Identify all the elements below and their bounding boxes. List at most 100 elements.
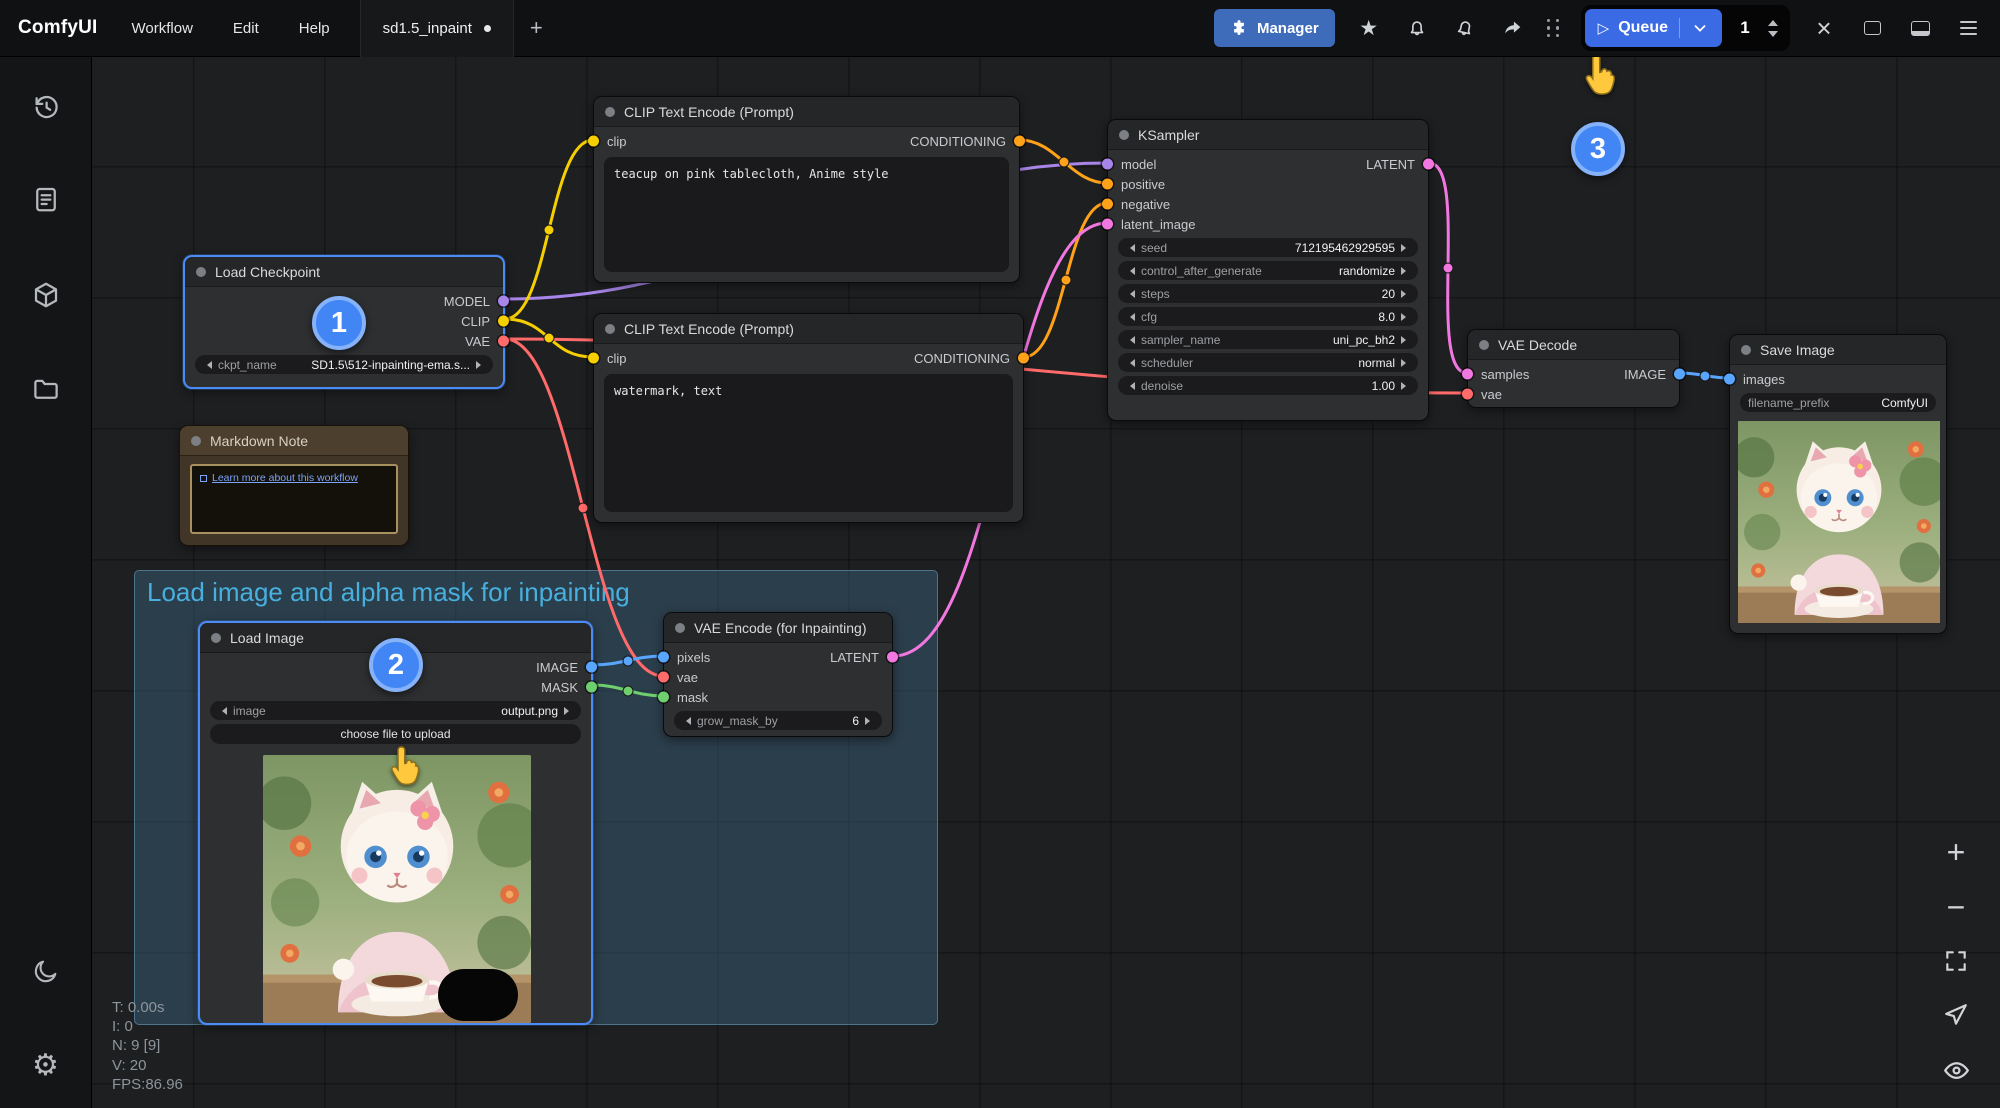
increment-arrow-icon[interactable]: [1401, 290, 1410, 298]
node-title-bar[interactable]: KSampler: [1108, 120, 1428, 150]
collapse-dot-icon[interactable]: [196, 267, 206, 277]
increment-arrow-icon[interactable]: [1401, 267, 1410, 275]
increment-arrow-icon[interactable]: [1401, 336, 1410, 344]
select-mode-button[interactable]: [1934, 993, 1978, 1037]
node-clip-text-encode-negative[interactable]: CLIP Text Encode (Prompt) clip CONDITION…: [593, 313, 1024, 523]
model-port-icon[interactable]: [498, 296, 509, 307]
notification-bell-2-button[interactable]: [1451, 14, 1479, 42]
decrement-arrow-icon[interactable]: [1126, 244, 1135, 252]
negative-port-icon[interactable]: [1102, 199, 1113, 210]
node-vae-decode[interactable]: VAE Decode IMAGE samples vae: [1467, 329, 1680, 408]
bottom-panel-button[interactable]: [1906, 14, 1934, 42]
menu-edit[interactable]: Edit: [233, 20, 259, 37]
conditioning-port-icon[interactable]: [1018, 353, 1029, 364]
grow-mask-by-widget[interactable]: grow_mask_by 6: [674, 711, 882, 730]
sidebar-queue-history-button[interactable]: [22, 85, 70, 129]
collapse-dot-icon[interactable]: [1479, 340, 1489, 350]
node-save-image[interactable]: Save Image images filename_prefix ComfyU…: [1729, 334, 1947, 634]
collapse-dot-icon[interactable]: [1119, 130, 1129, 140]
scheduler-widget[interactable]: scheduler normal: [1118, 353, 1418, 372]
prompt-textarea[interactable]: teacup on pink tablecloth, Anime style: [604, 157, 1009, 272]
collapse-dot-icon[interactable]: [191, 436, 201, 446]
zoom-out-button[interactable]: −: [1934, 885, 1978, 929]
increment-arrow-icon[interactable]: [865, 717, 874, 725]
maximize-button[interactable]: [1858, 14, 1886, 42]
theme-toggle-button[interactable]: [22, 949, 70, 993]
increment-arrow-icon[interactable]: [564, 707, 573, 715]
ckpt-name-widget[interactable]: ckpt_name SD1.5\512-inpainting-ema.s...: [195, 355, 493, 374]
decrement-arrow-icon[interactable]: [1126, 359, 1135, 367]
collapse-dot-icon[interactable]: [675, 623, 685, 633]
manager-button[interactable]: Manager: [1214, 9, 1335, 47]
denoise-widget[interactable]: denoise 1.00: [1118, 376, 1418, 395]
node-title-bar[interactable]: VAE Encode (for Inpainting): [664, 613, 892, 643]
menu-button[interactable]: [1954, 14, 1982, 42]
filename-prefix-widget[interactable]: filename_prefix ComfyUI: [1740, 393, 1936, 412]
menu-workflow[interactable]: Workflow: [132, 20, 193, 37]
mask-port-icon[interactable]: [658, 692, 669, 703]
star-button[interactable]: ★: [1355, 14, 1383, 42]
vae-port-icon[interactable]: [498, 336, 509, 347]
collapse-dot-icon[interactable]: [605, 107, 615, 117]
collapse-dot-icon[interactable]: [605, 324, 615, 334]
clip-input-port-icon[interactable]: [588, 136, 599, 147]
prompt-textarea[interactable]: watermark, text: [604, 374, 1013, 512]
sidebar-node-library-button[interactable]: [22, 177, 70, 221]
positive-port-icon[interactable]: [1102, 179, 1113, 190]
drag-handle-icon[interactable]: [1547, 19, 1561, 38]
latent-image-port-icon[interactable]: [1102, 219, 1113, 230]
notification-bell-button[interactable]: [1403, 14, 1431, 42]
workflow-docs-link[interactable]: Learn more about this workflow: [200, 472, 388, 484]
node-title-bar[interactable]: Load Checkpoint: [185, 257, 503, 287]
steps-widget[interactable]: steps 20: [1118, 284, 1418, 303]
node-markdown-note[interactable]: Markdown Note Learn more about this work…: [179, 425, 409, 546]
interrupt-button[interactable]: ×: [1810, 14, 1838, 42]
vae-port-icon[interactable]: [1462, 389, 1473, 400]
decrement-arrow-icon[interactable]: [1126, 290, 1135, 298]
node-title-bar[interactable]: VAE Decode: [1468, 330, 1679, 360]
node-clip-text-encode-positive[interactable]: CLIP Text Encode (Prompt) clip CONDITION…: [593, 96, 1020, 283]
queue-count[interactable]: 1: [1722, 18, 1768, 38]
increment-arrow-icon[interactable]: [476, 361, 485, 369]
increment-arrow-icon[interactable]: [1401, 382, 1410, 390]
increment-arrow-icon[interactable]: [1401, 313, 1410, 321]
fit-view-button[interactable]: [1934, 939, 1978, 983]
mask-port-icon[interactable]: [586, 682, 597, 693]
collapse-dot-icon[interactable]: [1741, 345, 1751, 355]
new-workflow-button[interactable]: +: [514, 17, 559, 39]
node-title-bar[interactable]: Save Image: [1730, 335, 1946, 365]
decrement-arrow-icon[interactable]: [1126, 313, 1135, 321]
decrement-arrow-icon[interactable]: [682, 717, 691, 725]
sidebar-workflows-button[interactable]: [22, 367, 70, 411]
node-ksampler[interactable]: KSampler LATENT model positive negative: [1107, 119, 1429, 421]
increment-arrow-icon[interactable]: [1401, 244, 1410, 252]
choose-file-button[interactable]: choose file to upload: [210, 724, 581, 744]
sampler-name-widget[interactable]: sampler_name uni_pc_bh2: [1118, 330, 1418, 349]
decrement-arrow-icon[interactable]: [218, 707, 227, 715]
zoom-in-button[interactable]: +: [1934, 830, 1978, 874]
seed-widget[interactable]: seed 712195462929595: [1118, 238, 1418, 257]
share-button[interactable]: [1499, 14, 1527, 42]
workflow-tab[interactable]: sd1.5_inpaint: [360, 0, 514, 57]
decrement-arrow-icon[interactable]: [1126, 267, 1135, 275]
images-port-icon[interactable]: [1724, 374, 1735, 385]
image-port-icon[interactable]: [586, 662, 597, 673]
vae-port-icon[interactable]: [658, 672, 669, 683]
decrement-arrow-icon[interactable]: [203, 361, 212, 369]
step-up-icon[interactable]: [1768, 15, 1778, 26]
conditioning-port-icon[interactable]: [1014, 136, 1025, 147]
increment-arrow-icon[interactable]: [1401, 359, 1410, 367]
image-file-widget[interactable]: image output.png: [210, 701, 581, 720]
step-down-icon[interactable]: [1768, 31, 1778, 42]
node-title-bar[interactable]: Markdown Note: [180, 426, 408, 456]
menu-help[interactable]: Help: [299, 20, 330, 37]
collapse-dot-icon[interactable]: [211, 633, 221, 643]
node-title-bar[interactable]: CLIP Text Encode (Prompt): [594, 314, 1023, 344]
model-port-icon[interactable]: [1102, 159, 1113, 170]
queue-button[interactable]: ▷ Queue: [1585, 9, 1722, 47]
node-vae-encode-inpainting[interactable]: VAE Encode (for Inpainting) LATENT pixel…: [663, 612, 893, 737]
sidebar-model-library-button[interactable]: [22, 273, 70, 317]
settings-button[interactable]: ⚙: [22, 1044, 70, 1088]
pixels-port-icon[interactable]: [658, 652, 669, 663]
cfg-widget[interactable]: cfg 8.0: [1118, 307, 1418, 326]
